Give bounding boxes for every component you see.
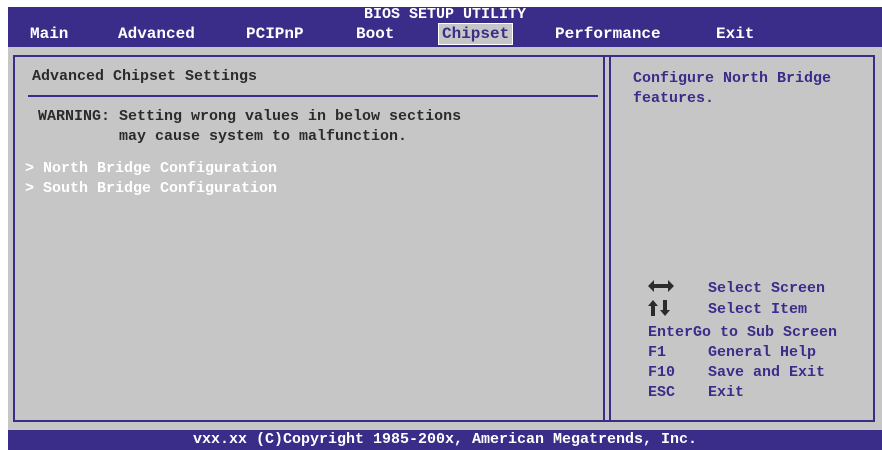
warning-text: WARNING: Setting wrong values in below s…	[38, 107, 461, 147]
menu-pcipnp[interactable]: PCIPnP	[246, 24, 304, 44]
key-desc-enter: Go to Sub Screen	[693, 324, 838, 341]
key-row-select-screen: Select Screen	[648, 279, 837, 300]
menu-performance[interactable]: Performance	[555, 24, 661, 44]
key-desc-esc: Exit	[708, 384, 745, 401]
key-row-f10: F10 Save and Exit	[648, 363, 837, 383]
warning-line-1: WARNING: Setting wrong values in below s…	[38, 108, 462, 125]
help-text-line-1: Configure North Bridge	[633, 70, 832, 87]
key-row-select-item: Select Item	[648, 300, 837, 323]
warning-line-2: may cause system to malfunction.	[38, 128, 408, 145]
key-desc-f1: General Help	[708, 344, 817, 361]
menu-main[interactable]: Main	[30, 24, 68, 44]
menu-chipset[interactable]: Chipset	[438, 23, 514, 45]
key-desc-select-item: Select Item	[708, 301, 808, 318]
key-f1: F1	[648, 344, 667, 361]
content-area: Advanced Chipset Settings WARNING: Setti…	[8, 47, 882, 430]
left-right-arrows-icon	[648, 279, 708, 300]
panel-divider-inner	[609, 55, 611, 422]
key-enter: Enter	[648, 324, 694, 341]
key-esc: ESC	[648, 384, 676, 401]
bios-frame: BIOS SETUP UTILITY Main Advanced PCIPnP …	[8, 7, 882, 450]
north-bridge-config-link[interactable]: > North Bridge Configuration	[25, 159, 277, 179]
key-legend: Select Screen Select Item Enter Go to Sub…	[648, 279, 837, 403]
main-panel: Advanced Chipset Settings	[32, 67, 602, 87]
up-down-arrows-icon	[648, 300, 708, 323]
bios-title: BIOS SETUP UTILITY	[363, 6, 527, 23]
section-underline	[28, 95, 598, 97]
panel-divider	[603, 55, 605, 422]
menu-exit[interactable]: Exit	[716, 24, 754, 44]
help-text-line-2: features.	[633, 90, 715, 107]
section-title: Advanced Chipset Settings	[32, 68, 258, 85]
menu-advanced[interactable]: Advanced	[118, 24, 195, 44]
key-row-f1: F1 General Help	[648, 343, 837, 363]
key-desc-select-screen: Select Screen	[708, 280, 826, 297]
south-bridge-config-link[interactable]: > South Bridge Configuration	[25, 179, 277, 199]
key-row-enter: Enter Go to Sub Screen	[648, 323, 837, 343]
key-row-esc: ESC Exit	[648, 383, 837, 403]
submenu-list: > North Bridge Configuration > South Bri…	[25, 159, 277, 199]
menu-bar: Main Advanced PCIPnP Boot Chipset Perfor…	[8, 22, 882, 46]
menu-boot[interactable]: Boot	[356, 24, 394, 44]
help-panel: Configure North Bridge features.	[633, 69, 873, 109]
copyright-footer: vxx.xx (C)Copyright 1985-200x, American …	[192, 431, 698, 448]
key-desc-f10: Save and Exit	[708, 364, 826, 381]
key-f10: F10	[648, 364, 676, 381]
